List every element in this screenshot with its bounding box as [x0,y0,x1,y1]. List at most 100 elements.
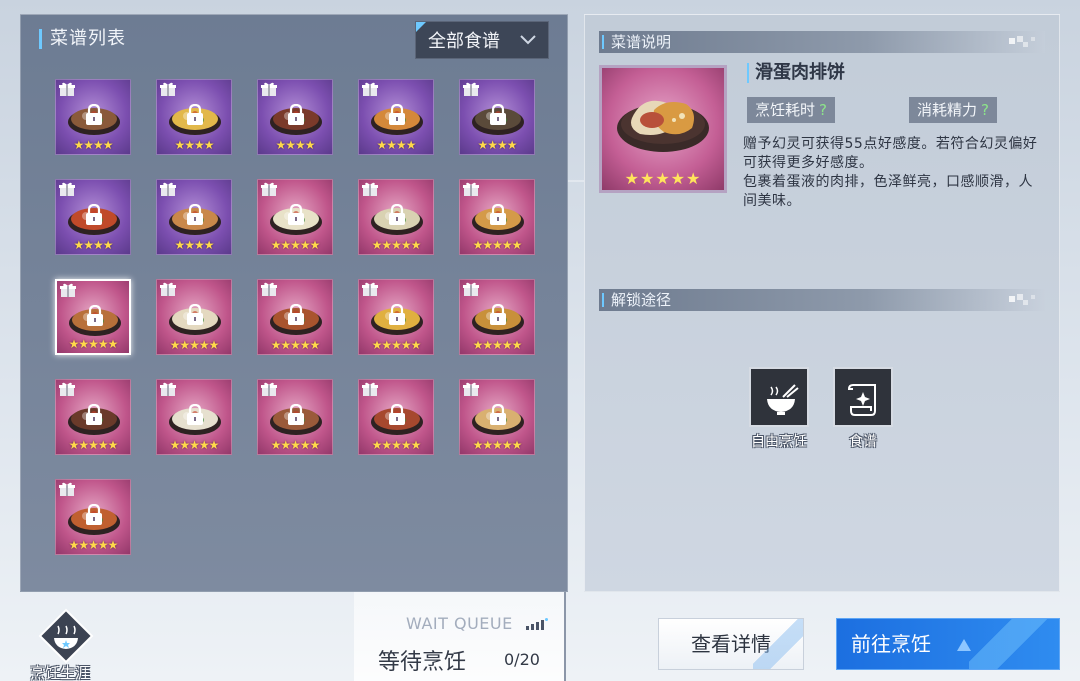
go-cook-button[interactable]: 前往烹饪 [836,618,1060,670]
triangle-icon [957,639,971,651]
signal-icon [526,618,548,630]
recipe-card[interactable]: ★★★★ [156,179,232,255]
recipe-list-title: 菜谱列表 [39,29,126,49]
recipe-detail-panel: 菜谱说明 ★★★★★ 滑蛋肉排饼 烹饪耗时? 消耗精力? 赠予幻灵可获得55点好… [584,14,1060,592]
cook-time-tag[interactable]: 烹饪耗时? [747,97,835,123]
recipe-card[interactable]: ★★★★★ [156,279,232,355]
unlock-source-free-cooking[interactable]: 自由烹饪 [747,367,811,451]
lock-icon [86,404,102,425]
lock-icon [389,104,405,125]
star-rating: ★★★★★ [169,438,220,452]
wait-queue-count: 0/20 [504,650,540,669]
chevron-down-icon [520,35,536,45]
pixel-decoration-icon [1009,36,1035,47]
description-effect: 赠予幻灵可获得55点好感度。若符合幻灵偏好可获得更多好感度。 [743,136,1038,171]
dish-name: 滑蛋肉排饼 [747,63,845,83]
pixel-decoration-icon [1009,294,1035,305]
star-rating: ★★★★★ [371,338,422,352]
wait-queue: WAIT QUEUE 等待烹饪 0/20 [354,592,566,681]
star-rating: ★★★★ [477,138,517,152]
star-rating: ★★★★★ [68,337,119,351]
star-rating: ★★★★★ [68,438,119,452]
star-rating: ★★★★★ [472,238,523,252]
recipe-card[interactable]: ★★★★ [55,79,131,155]
lock-icon [389,404,405,425]
bg-decoration [566,180,586,182]
lock-icon [288,404,304,425]
star-rating: ★★★★★ [371,238,422,252]
source-label: 自由烹饪 [751,434,807,450]
star-rating: ★★★★★ [472,338,523,352]
energy-cost-tag[interactable]: 消耗精力? [909,97,997,123]
recipe-card[interactable]: ★★★★ [156,79,232,155]
lock-icon [389,204,405,225]
recipe-card[interactable]: ★★★★★ [459,279,535,355]
recipe-filter-dropdown[interactable]: 全部食谱 [415,21,549,59]
recipe-description-header: 菜谱说明 [599,31,1045,53]
recipe-card[interactable]: ★★★★★ [459,179,535,255]
lock-icon [490,304,506,325]
help-icon: ? [981,101,989,119]
help-icon: ? [819,101,827,119]
recipe-card[interactable]: ★★★★★ [459,379,535,455]
recipe-card[interactable]: ★★★★ [257,79,333,155]
cooking-career-label: 烹饪生涯 [29,664,90,681]
lock-icon [87,305,103,326]
lock-icon [187,204,203,225]
lock-icon [187,404,203,425]
recipe-card[interactable]: ★★★★★ [156,379,232,455]
recipe-card[interactable]: ★★★★ [358,79,434,155]
recipe-card[interactable]: ★★★★★ [55,279,131,355]
view-details-button[interactable]: 查看详情 [658,618,804,670]
recipe-list-panel: 菜谱列表 全部食谱 ★★★★ ★★★★ ★★★★ ★★★★ ★★★★ ★★★★ ★★★★ ★★… [20,14,568,592]
star-rating: ★★★★ [174,138,214,152]
recipe-card[interactable]: ★★★★★ [257,179,333,255]
lock-icon [86,104,102,125]
lock-icon [288,304,304,325]
star-rating: ★★★★★ [371,438,422,452]
portrait-star-rating: ★★★★★ [624,169,702,188]
cook-time-label: 烹饪耗时 [755,101,816,119]
section-title: 菜谱说明 [611,33,672,51]
star-rating: ★★★★★ [270,438,321,452]
lock-icon [86,504,102,525]
recipe-card[interactable]: ★★★★★ [55,379,131,455]
recipe-card[interactable]: ★★★★★ [358,179,434,255]
star-rating: ★★★★ [174,238,214,252]
unlock-title: 解锁途径 [611,291,672,309]
cooking-career-button[interactable]: 烹饪生涯 [18,608,102,681]
lock-icon [86,204,102,225]
energy-label: 消耗精力 [917,101,978,119]
go-cook-label: 前往烹饪 [851,632,931,656]
unlock-method-header: 解锁途径 [599,289,1045,311]
wait-queue-title: 等待烹饪 [378,650,467,675]
dish-image [617,100,709,152]
star-rating: ★★★★ [73,238,113,252]
lock-icon [490,104,506,125]
star-rating: ★★★★ [376,138,416,152]
star-rating: ★★★★★ [169,338,220,352]
filter-selected-value: 全部食谱 [428,31,500,52]
description-flavor: 包裹着蛋液的肉排，色泽鲜亮，口感顺滑，人间美味。 [743,174,1033,209]
bowl-chopsticks-icon [749,367,809,427]
recipe-card[interactable]: ★★★★★ [257,279,333,355]
star-rating: ★★★★ [73,138,113,152]
lock-icon [288,104,304,125]
lock-icon [490,404,506,425]
star-rating: ★★★★ [275,138,315,152]
recipe-card[interactable]: ★★★★★ [257,379,333,455]
wait-queue-title-en: WAIT QUEUE [406,614,513,633]
lock-icon [288,204,304,225]
view-details-label: 查看详情 [691,632,771,656]
cooking-career-icon [38,608,94,664]
recipe-card[interactable]: ★★★★★ [358,379,434,455]
dish-description: 赠予幻灵可获得55点好感度。若符合幻灵偏好可获得更多好感度。 包裹着蛋液的肉排，… [743,135,1043,211]
recipe-scroll-icon [833,367,893,427]
recipe-card[interactable]: ★★★★ [459,79,535,155]
recipe-card[interactable]: ★★★★★ [55,479,131,555]
star-rating: ★★★★★ [270,338,321,352]
unlock-source-recipe[interactable]: 食谱 [831,367,895,451]
source-label: 食谱 [849,434,877,450]
recipe-card[interactable]: ★★★★★ [358,279,434,355]
recipe-card[interactable]: ★★★★ [55,179,131,255]
